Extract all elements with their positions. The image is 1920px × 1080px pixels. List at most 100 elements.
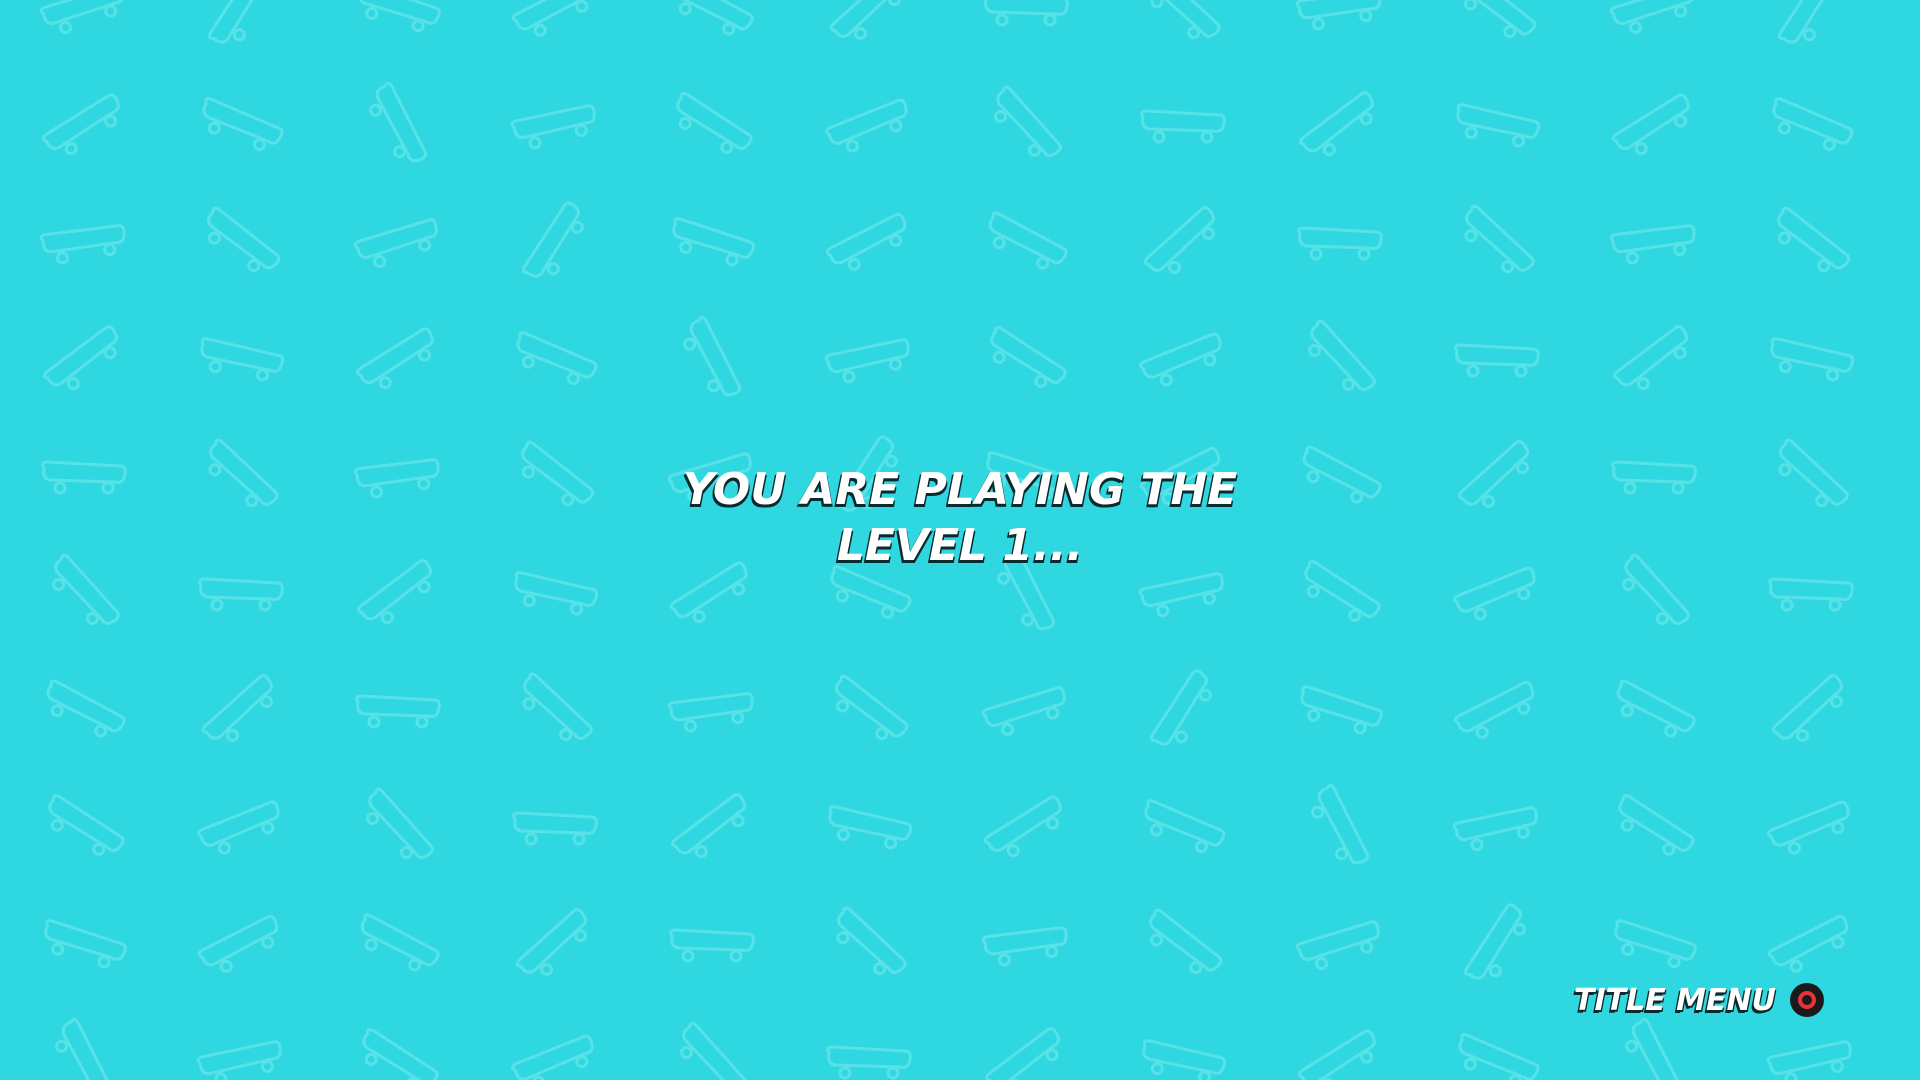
- skateboard-icon: [984, 0, 1069, 27]
- skateboard-icon: [1771, 674, 1843, 742]
- skateboard-icon: [510, 104, 596, 150]
- skateboard-icon: [1140, 109, 1226, 144]
- skateboard-icon: [830, 565, 912, 619]
- skateboard-icon: [1616, 679, 1696, 738]
- skateboard-icon: [1295, 0, 1382, 31]
- skateboard-icon: [516, 331, 598, 385]
- loading-message: YOU ARE PLAYING THE LEVEL 1...: [0, 462, 1920, 574]
- skateboard-icon: [198, 577, 284, 612]
- skateboard-icon: [202, 97, 284, 151]
- skateboard-icon: [1297, 226, 1383, 261]
- skateboard-icon: [1767, 914, 1849, 973]
- skateboard-icon: [676, 91, 753, 154]
- skateboard-icon: [353, 218, 438, 268]
- skateboard-icon: [39, 224, 126, 265]
- skateboard-icon: [1772, 97, 1854, 151]
- skateboard-icon: [981, 686, 1066, 736]
- skateboard-icon: [1149, 908, 1223, 975]
- loading-message-line-1: YOU ARE PLAYING THE: [682, 464, 1238, 515]
- skateboard-icon: [981, 926, 1068, 967]
- circle-ring-icon: [1798, 991, 1816, 1009]
- skateboard-icon: [1311, 783, 1370, 865]
- skateboard-icon: [1149, 669, 1212, 746]
- skateboard-icon: [1308, 319, 1376, 391]
- skateboard-icon: [1463, 903, 1526, 980]
- skateboard-icon: [990, 325, 1067, 388]
- skateboard-icon: [1143, 206, 1215, 274]
- skateboard-icon: [988, 211, 1068, 270]
- skateboard-icon: [511, 1034, 594, 1080]
- skateboard-icon: [522, 672, 593, 742]
- skateboard-icon: [46, 679, 126, 738]
- skateboard-icon: [1299, 91, 1374, 157]
- skateboard-icon: [1464, 204, 1535, 274]
- skateboard-icon: [43, 325, 118, 391]
- skateboard-icon: [825, 98, 908, 153]
- skateboard-icon: [369, 81, 428, 163]
- skateboard-icon: [1777, 0, 1836, 44]
- skateboard-icon: [355, 694, 441, 729]
- skateboard-icon: [1458, 1033, 1540, 1080]
- skateboard-icon: [1625, 1017, 1684, 1080]
- skateboard-icon: [207, 206, 281, 273]
- skateboard-icon: [985, 1027, 1060, 1080]
- skateboard-icon: [1138, 572, 1224, 618]
- skateboard-icon: [680, 1021, 748, 1080]
- skateboard-icon: [197, 914, 279, 973]
- skateboard-icon: [835, 674, 909, 741]
- skateboard-icon: [674, 0, 754, 36]
- skateboard-icon: [1463, 0, 1537, 39]
- skateboard-icon: [1295, 920, 1380, 970]
- loading-message-line-2: LEVEL 1...: [836, 520, 1084, 571]
- skateboard-icon: [1767, 800, 1850, 855]
- skateboard-icon: [200, 337, 285, 382]
- skateboard-icon: [521, 201, 584, 278]
- skateboard-icon: [825, 212, 907, 271]
- skateboard-icon: [1770, 337, 1855, 382]
- skateboard-icon: [1150, 0, 1221, 40]
- title-menu-button[interactable]: TITLE MENU: [1574, 976, 1824, 1024]
- skateboard-icon: [669, 928, 755, 963]
- skateboard-icon: [826, 1045, 912, 1080]
- skateboard-icon: [196, 1040, 282, 1080]
- skateboard-icon: [824, 338, 910, 384]
- skateboard-icon: [1144, 799, 1226, 853]
- skateboard-icon: [360, 913, 440, 972]
- skateboard-icon: [1297, 1029, 1376, 1080]
- skateboard-icon: [366, 787, 434, 859]
- skateboard-icon: [1142, 1039, 1227, 1080]
- skateboard-icon: [994, 85, 1062, 157]
- skateboard-icon: [1611, 93, 1690, 156]
- skateboard-icon: [1618, 793, 1695, 856]
- skateboard-icon: [1613, 325, 1688, 391]
- skateboard-icon: [1609, 0, 1694, 34]
- skateboard-icon: [667, 692, 754, 733]
- skateboard-icon: [41, 93, 120, 156]
- skateboard-icon: [1139, 332, 1222, 387]
- skateboard-icon: [1614, 919, 1697, 969]
- skateboard-icon: [671, 793, 746, 859]
- skateboard-icon: [828, 805, 913, 850]
- skateboard-icon: [1452, 806, 1538, 852]
- skateboard-icon: [672, 217, 755, 267]
- skateboard-icon: [1777, 206, 1851, 273]
- skateboard-icon: [1766, 1040, 1852, 1080]
- circle-button-icon[interactable]: [1790, 983, 1824, 1017]
- skateboard-icon: [358, 0, 441, 33]
- skateboard-icon: [1454, 343, 1540, 378]
- skateboard-icon: [514, 571, 599, 616]
- skateboard-icon: [207, 0, 266, 44]
- skateboard-icon: [39, 0, 124, 34]
- skateboard-icon: [48, 793, 125, 856]
- skateboard-icon: [1609, 224, 1696, 265]
- skateboard-icon: [983, 795, 1062, 858]
- skateboard-icon: [683, 315, 742, 397]
- skateboard-icon: [1300, 685, 1383, 735]
- skateboard-icon: [1456, 103, 1541, 148]
- skateboard-icon: [355, 327, 434, 390]
- skateboard-icon: [197, 800, 280, 855]
- skateboard-icon: [511, 0, 593, 37]
- skateboard-icon: [201, 674, 273, 742]
- skateboard-icon: [829, 0, 901, 40]
- skateboard-icon: [515, 908, 587, 976]
